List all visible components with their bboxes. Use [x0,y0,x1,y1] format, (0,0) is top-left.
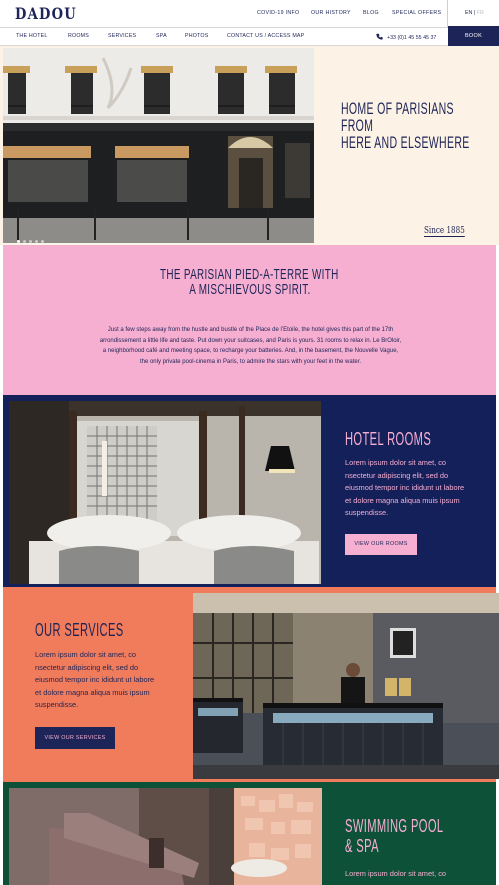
phone-icon [376,33,383,40]
hero-title-line: HERE AND ELSEWHERE [341,133,470,152]
services-title: OUR SERVICES [35,620,124,640]
spa-section: SWIMMING POOL & SPA Lorem ipsum dolor si… [3,782,496,885]
intro-title: THE PARISIAN PIED-A-TERRE WITH A MISCHIE… [3,267,496,297]
rooms-section: HOTEL ROOMS Lorem ipsum dolor sit amet, … [3,395,496,587]
topnav-history-link[interactable]: OUR HISTORY [311,10,351,16]
services-section: OUR SERVICES Lorem ipsum dolor sit amet,… [3,587,499,782]
phone-link[interactable]: +33 (0)1 45 55 45 37 [376,33,436,41]
header-top-bar: DADOU COVID-19 INFO OUR HISTORY BLOG SPE… [0,0,499,27]
nav-services[interactable]: SERVICES [108,33,136,39]
view-services-button[interactable]: VIEW OUR SERVICES [35,727,115,749]
slider-dot[interactable] [41,240,44,243]
slider-dot[interactable] [17,240,20,243]
logo[interactable]: DADOU [15,4,77,23]
spa-title-line: SWIMMING POOL [345,816,444,836]
intro-title-line: THE PARISIAN PIED-A-TERRE WITH [160,266,339,283]
intro-section: THE PARISIAN PIED-A-TERRE WITH A MISCHIE… [3,245,496,395]
spa-lounge-image[interactable] [9,788,322,885]
spa-title: SWIMMING POOL & SPA [345,816,443,856]
nav-photos[interactable]: PHOTOS [185,33,208,39]
hero-title-line: FROM [341,116,374,135]
hero-section: HOME OF PARISIANS FROM HERE AND ELSEWHER… [0,46,499,245]
reception-desk-image[interactable] [193,593,499,779]
intro-paragraph: Just a few steps away from the hustle an… [99,327,402,365]
language-en[interactable]: EN [465,10,472,16]
hero-title: HOME OF PARISIANS FROM HERE AND ELSEWHER… [341,100,470,151]
slider-dot[interactable] [35,240,38,243]
services-description: Lorem ipsum dolor sit amet, co nsectetur… [35,650,155,710]
hotel-room-image[interactable] [9,401,321,584]
topnav-covid-link[interactable]: COVID-19 INFO [257,10,299,16]
main-nav: THE HOTEL ROOMS SERVICES SPA PHOTOS CONT… [0,27,499,46]
spa-description: Lorem ipsum dolor sit amet, co [345,869,447,878]
slider-dot[interactable] [23,240,26,243]
view-rooms-button[interactable]: VIEW OUR ROOMS [345,534,417,555]
language-switcher: EN | FR [447,0,499,27]
nav-contact[interactable]: CONTACT US / ACCESS MAP [227,33,304,39]
nav-spa[interactable]: SPA [156,33,167,39]
language-fr[interactable]: FR [477,10,484,16]
language-separator: | [473,10,476,16]
nav-the-hotel[interactable]: THE HOTEL [16,33,48,39]
intro-title-line: A MISCHIEVOUS SPIRIT. [188,281,311,298]
hero-hotel-facade-image[interactable] [3,48,314,243]
book-button[interactable]: BOOK [448,26,499,46]
rooms-title: HOTEL ROOMS [345,429,432,449]
spa-title-line: & SPA [345,836,379,856]
topnav-offers-link[interactable]: SPECIAL OFFERS [392,10,441,16]
hero-title-line: HOME OF PARISIANS [341,99,454,118]
nav-rooms[interactable]: ROOMS [68,33,89,39]
rooms-description: Lorem ipsum dolor sit amet, co nsectetur… [345,458,465,518]
hero-since-tagline: Since 1885 [424,226,465,237]
slider-dot[interactable] [29,240,32,243]
topnav-blog-link[interactable]: BLOG [363,10,379,16]
phone-number: +33 (0)1 45 55 45 37 [387,35,437,41]
